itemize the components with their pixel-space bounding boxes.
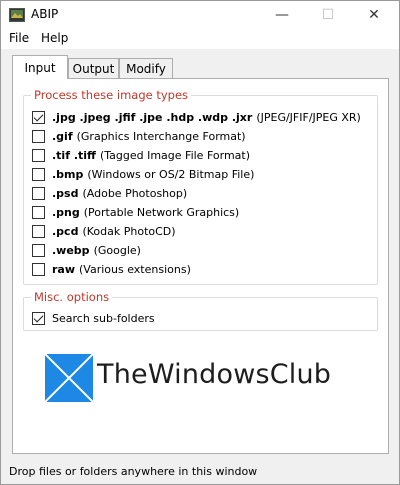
watermark-text: TheWindowsClub	[97, 359, 332, 390]
checkbox-bmp[interactable]	[32, 167, 45, 181]
desc-label: (Adobe Photoshop)	[82, 186, 188, 200]
checkbox-pcd[interactable]	[32, 224, 45, 238]
menu-file[interactable]: File	[7, 31, 31, 45]
checkbox-row-raw[interactable]: raw (Various extensions)	[32, 261, 191, 277]
checkbox-row-tiff[interactable]: .tif .tiff (Tagged Image File Format)	[32, 147, 250, 163]
misc-options-group: Misc. options Search sub-folders	[23, 290, 378, 331]
ext-label: .gif	[52, 129, 73, 143]
image-types-legend: Process these image types	[31, 88, 192, 102]
checkbox-gif[interactable]	[32, 129, 45, 143]
app-icon	[9, 7, 25, 23]
checkbox-webp[interactable]	[32, 243, 45, 257]
tab-input[interactable]: Input	[12, 55, 68, 79]
checkbox-raw[interactable]	[32, 262, 45, 276]
status-text: Drop files or folders anywhere in this w…	[9, 465, 258, 478]
desc-label: (Graphics Interchange Format)	[76, 129, 246, 143]
minimize-button[interactable]: —	[259, 1, 305, 29]
status-bar: Drop files or folders anywhere in this w…	[1, 459, 399, 484]
desc-label: (Windows or OS/2 Bitmap File)	[87, 167, 255, 181]
checkbox-row-gif[interactable]: .gif (Graphics Interchange Format)	[32, 128, 246, 144]
ext-label: .tif .tiff	[52, 148, 96, 162]
checkbox-row-png[interactable]: .png (Portable Network Graphics)	[32, 204, 239, 220]
ext-label: raw	[52, 262, 76, 276]
image-types-group: Process these image types .jpg .jpeg .jf…	[23, 88, 378, 285]
menu-bar: File Help	[1, 29, 399, 49]
checkbox-tiff[interactable]	[32, 148, 45, 162]
tab-modify[interactable]: Modify	[119, 58, 173, 78]
input-tab-panel: Process these image types .jpg .jpeg .jf…	[12, 78, 389, 454]
ext-label: .jpg .jpeg .jfif .jpe .hdp .wdp .jxr	[52, 110, 253, 124]
misc-options-legend: Misc. options	[31, 290, 113, 304]
checkbox-row-jpeg[interactable]: .jpg .jpeg .jfif .jpe .hdp .wdp .jxr (JP…	[32, 109, 361, 125]
desc-label: (Google)	[93, 243, 141, 257]
search-subfolders-label: Search sub-folders	[52, 311, 155, 325]
close-button[interactable]: ✕	[351, 1, 397, 29]
checkbox-jpeg[interactable]	[32, 110, 45, 124]
desc-label: (Kodak PhotoCD)	[82, 224, 176, 238]
title-bar[interactable]: ABIP — ☐ ✕	[1, 1, 399, 29]
checkbox-row-subfolders[interactable]: Search sub-folders	[32, 310, 155, 326]
ext-label: .webp	[52, 243, 90, 257]
checkbox-row-webp[interactable]: .webp (Google)	[32, 242, 141, 258]
checkbox-png[interactable]	[32, 205, 45, 219]
ext-label: .psd	[52, 186, 79, 200]
windows-logo-icon	[44, 353, 94, 403]
checkbox-row-pcd[interactable]: .pcd (Kodak PhotoCD)	[32, 223, 176, 239]
checkbox-row-psd[interactable]: .psd (Adobe Photoshop)	[32, 185, 187, 201]
desc-label: (Portable Network Graphics)	[83, 205, 240, 219]
ext-label: .pcd	[52, 224, 79, 238]
window-title: ABIP	[31, 7, 59, 21]
tab-output[interactable]: Output	[68, 58, 119, 78]
abip-window: ABIP — ☐ ✕ File Help Input Output Modify…	[0, 0, 400, 485]
checkbox-search-subfolders[interactable]	[32, 311, 45, 325]
checkbox-row-bmp[interactable]: .bmp (Windows or OS/2 Bitmap File)	[32, 166, 254, 182]
checkbox-psd[interactable]	[32, 186, 45, 200]
ext-label: .bmp	[52, 167, 84, 181]
maximize-button[interactable]: ☐	[305, 1, 351, 29]
menu-help[interactable]: Help	[39, 31, 70, 45]
desc-label: (Various extensions)	[79, 262, 191, 276]
desc-label: (Tagged Image File Format)	[99, 148, 250, 162]
ext-label: .png	[52, 205, 80, 219]
desc-label: (JPEG/JFIF/JPEG XR)	[256, 110, 361, 124]
